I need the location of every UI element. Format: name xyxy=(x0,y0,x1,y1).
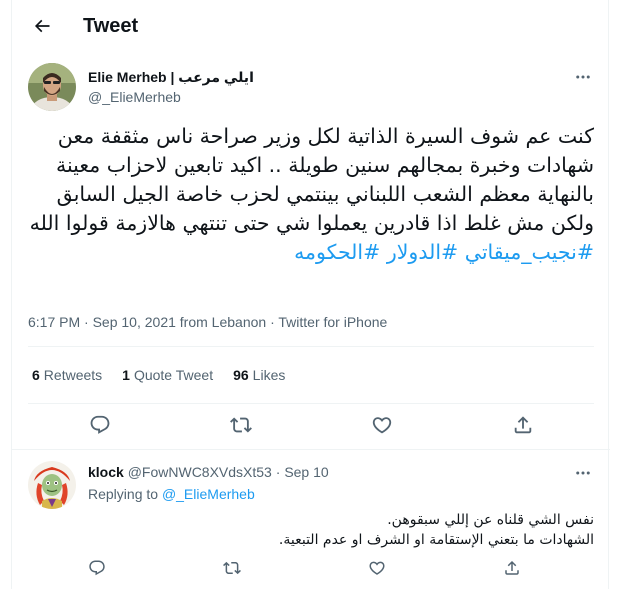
separator: · xyxy=(84,314,89,330)
avatar-photo xyxy=(28,63,76,111)
reply-more-button[interactable] xyxy=(573,463,593,483)
tweet-page: Tweet Elie Merheb | ايلي مرعب @_ElieMerh… xyxy=(11,0,610,589)
tweet-location: from Lebanon xyxy=(179,314,267,330)
tweet-client[interactable]: Twitter for iPhone xyxy=(278,314,387,330)
quotes-label: Quote Tweet xyxy=(133,367,214,383)
heart-icon xyxy=(369,561,385,575)
quotes-stat[interactable]: 1 Quote Tweet xyxy=(122,366,213,384)
quotes-count: 1 xyxy=(122,367,130,383)
tweet-time[interactable]: 6:17 PM xyxy=(28,314,80,330)
author-name[interactable]: Elie Merheb | ايلي مرعب xyxy=(88,68,254,86)
reply-icon xyxy=(90,415,110,434)
tweet-more-button[interactable] xyxy=(573,67,593,87)
divider xyxy=(12,449,610,450)
likes-stat[interactable]: 96 Likes xyxy=(233,366,285,384)
retweet-icon xyxy=(223,561,241,575)
separator: · xyxy=(275,464,281,480)
reply-avatar[interactable] xyxy=(28,461,76,509)
more-horizontal-icon xyxy=(576,471,590,475)
tweet-meta: 6:17 PM · Sep 10, 2021 from Lebanon · Tw… xyxy=(28,313,387,331)
share-button[interactable] xyxy=(503,559,521,577)
share-button[interactable] xyxy=(512,414,534,436)
reply-header: klock @FowNWC8XVdsXt53 · Sep 10 xyxy=(88,463,329,481)
share-icon xyxy=(505,560,519,575)
tweet-text: كنت عم شوف السيرة الذاتية لكل وزير صراحة… xyxy=(28,122,594,267)
retweets-label: Retweets xyxy=(43,367,103,383)
retweets-count: 6 xyxy=(32,367,40,383)
page-header: Tweet xyxy=(12,0,610,52)
likes-count: 96 xyxy=(233,367,249,383)
separator: · xyxy=(270,314,275,330)
heart-icon xyxy=(372,417,392,434)
reply-date[interactable]: Sep 10 xyxy=(284,464,328,480)
hashtag-link[interactable]: #الحكومه xyxy=(294,240,380,264)
hashtag-link[interactable]: #نجيب_ميقاتي xyxy=(465,240,594,264)
page-title: Tweet xyxy=(83,15,139,37)
more-horizontal-icon xyxy=(576,75,590,79)
tweet-stats: 6 Retweets 1 Quote Tweet 96 Likes xyxy=(32,366,285,384)
reply-button[interactable] xyxy=(89,414,111,436)
replying-to-label: Replying to xyxy=(88,486,159,502)
arrow-left-icon xyxy=(34,19,50,33)
share-icon xyxy=(514,416,532,434)
reply-line: الشهادات ما بتعني الإستقامة او الشرف او … xyxy=(278,532,594,548)
reply-author-name[interactable]: klock xyxy=(88,464,124,480)
divider xyxy=(28,346,594,347)
reply-icon xyxy=(89,560,105,576)
reply-author-handle[interactable]: @FowNWC8XVdsXt53 xyxy=(128,464,272,480)
replying-to: Replying to @_ElieMerheb xyxy=(88,485,255,503)
retweet-icon xyxy=(230,417,252,433)
author-avatar[interactable] xyxy=(28,63,76,111)
reply-text: نفس الشي قلناه عن إللي سبقوهن. الشهادات … xyxy=(88,510,594,550)
like-button[interactable] xyxy=(371,414,393,436)
likes-label: Likes xyxy=(252,367,286,383)
back-button[interactable] xyxy=(30,14,54,38)
reply-button[interactable] xyxy=(88,559,106,577)
retweets-stat[interactable]: 6 Retweets xyxy=(32,366,102,384)
retweet-button[interactable] xyxy=(230,414,252,436)
replying-to-handle[interactable]: @_ElieMerheb xyxy=(162,486,255,502)
author-handle[interactable]: @_ElieMerheb xyxy=(88,88,181,106)
tweet-date[interactable]: Sep 10, 2021 xyxy=(93,314,176,330)
avatar-illustration xyxy=(28,461,76,509)
tweet-body: كنت عم شوف السيرة الذاتية لكل وزير صراحة… xyxy=(29,124,594,235)
divider xyxy=(28,403,594,404)
reply-line: نفس الشي قلناه عن إللي سبقوهن. xyxy=(387,512,594,528)
hashtag-link[interactable]: #الدولار xyxy=(387,240,458,264)
like-button[interactable] xyxy=(368,559,386,577)
retweet-button[interactable] xyxy=(223,559,241,577)
